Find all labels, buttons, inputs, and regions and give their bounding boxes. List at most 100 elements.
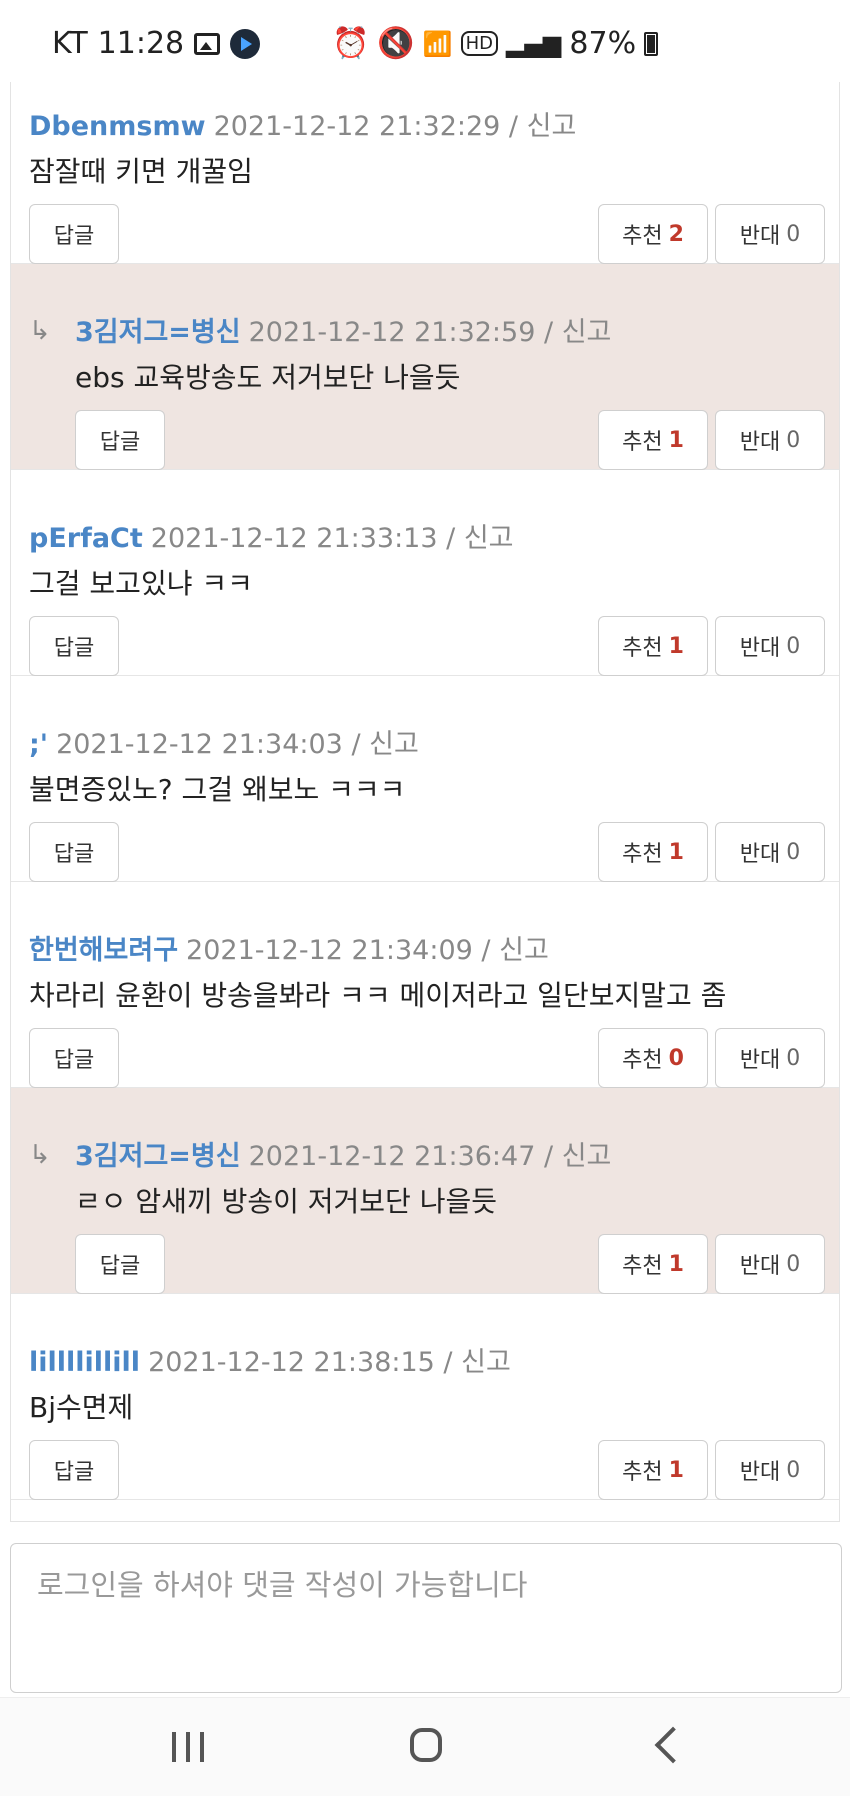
status-bar: KT 11:28 ⏰ 🔇 📶 HD ▂▄▆ 87% xyxy=(0,0,850,82)
status-bar-right: ⏰ 🔇 📶 HD ▂▄▆ 87% xyxy=(332,26,659,61)
comment-author[interactable]: ;' xyxy=(29,729,48,760)
comment-author[interactable]: 3김저그=병신 xyxy=(75,317,241,348)
comment-textarea[interactable]: 로그인을 하셔야 댓글 작성이 가능합니다 xyxy=(10,1543,842,1693)
recommend-button[interactable]: 추천 1 xyxy=(598,1440,708,1500)
recommend-count: 1 xyxy=(668,839,684,865)
comment: 한번해보려구 2021-12-12 21:34:09 / 신고 차라리 윤환이 방송… xyxy=(11,882,839,1088)
back-icon[interactable] xyxy=(654,1726,692,1764)
oppose-button[interactable]: 반대 0 xyxy=(715,616,825,676)
comment-author[interactable]: pErfaCt xyxy=(29,523,143,554)
comment: lillllillill 2021-12-12 21:38:15 / 신고 Bj수면… xyxy=(11,1294,839,1500)
oppose-button[interactable]: 반대 0 xyxy=(715,1440,825,1500)
alarm-icon: ⏰ xyxy=(332,26,370,61)
comment-text: 그걸 보고있냐 ㅋㅋ xyxy=(29,567,253,600)
comment-date: 2021-12-12 21:32:29 xyxy=(213,111,501,142)
oppose-count: 0 xyxy=(786,839,801,865)
report-link[interactable]: 신고 xyxy=(461,1347,511,1378)
reply-arrow-icon: ↳ xyxy=(29,1140,51,1170)
comment-author[interactable]: 한번해보려구 xyxy=(29,935,178,966)
recommend-count: 1 xyxy=(668,1251,684,1277)
reply-button-label: 답글 xyxy=(99,430,141,455)
oppose-button[interactable]: 반대 0 xyxy=(715,1234,825,1294)
recommend-button[interactable]: 추천 1 xyxy=(598,822,708,882)
reply-button[interactable]: 답글 xyxy=(29,822,119,882)
recommend-label: 추천 xyxy=(622,1048,663,1073)
carrier-label: KT xyxy=(52,26,88,61)
meta-separator: / xyxy=(543,317,554,348)
mute-icon: 🔇 xyxy=(377,26,415,61)
clock: 11:28 xyxy=(97,26,185,61)
comment-meta: Dbenmsmw 2021-12-12 21:32:29 / 신고 xyxy=(29,104,576,143)
oppose-label: 반대 xyxy=(739,224,781,249)
comment-date: 2021-12-12 21:34:09 xyxy=(186,935,473,966)
reply-button[interactable]: 답글 xyxy=(29,616,119,676)
oppose-button[interactable]: 반대 0 xyxy=(715,410,825,470)
oppose-button[interactable]: 반대 0 xyxy=(715,822,825,882)
oppose-button[interactable]: 반대 0 xyxy=(715,1028,825,1088)
hd-icon: HD xyxy=(460,31,499,56)
reply-button-label: 답글 xyxy=(53,842,95,867)
recommend-button[interactable]: 추천 1 xyxy=(598,1234,708,1294)
oppose-label: 반대 xyxy=(739,1254,781,1279)
report-link[interactable]: 신고 xyxy=(562,1141,612,1172)
recommend-label: 추천 xyxy=(622,1460,663,1485)
report-link[interactable]: 신고 xyxy=(499,935,549,966)
comment: Dbenmsmw 2021-12-12 21:32:29 / 신고잠잘때 키면 개… xyxy=(11,82,839,264)
oppose-count: 0 xyxy=(786,427,801,453)
recommend-count: 2 xyxy=(668,221,684,247)
comment-author[interactable]: Dbenmsmw xyxy=(29,111,206,142)
meta-separator: / xyxy=(351,729,361,760)
meta-separator: / xyxy=(543,1141,554,1172)
comment-meta: pErfaCt 2021-12-12 21:33:13 / 신고 xyxy=(29,516,514,555)
signal-icon: ▂▄▆ xyxy=(506,29,562,58)
wifi-6-icon: 📶 xyxy=(422,29,453,58)
comment: pErfaCt 2021-12-12 21:33:13 / 신고그걸 보고있냐 ㅋ… xyxy=(11,470,839,676)
comment-author[interactable]: lillllillill xyxy=(29,1347,140,1378)
reply-button-label: 답글 xyxy=(53,1460,95,1485)
recent-apps-icon[interactable] xyxy=(170,1732,210,1762)
recommend-count: 1 xyxy=(668,1457,684,1483)
comment-author[interactable]: 3김저그=병신 xyxy=(75,1141,241,1172)
reply-button-label: 답글 xyxy=(99,1254,141,1279)
comment-text: ㄹㅇ 암새끼 방송이 저거보단 나을듯 xyxy=(75,1185,498,1218)
meta-separator: / xyxy=(443,1347,453,1378)
reply-button[interactable]: 답글 xyxy=(75,410,165,470)
meta-separator: / xyxy=(481,935,491,966)
oppose-count: 0 xyxy=(786,633,801,659)
report-link[interactable]: 신고 xyxy=(369,729,419,760)
report-link[interactable]: 신고 xyxy=(464,523,514,554)
reply-comment: ↳ 3김저그=병신 2021-12-12 21:36:47 / 신고 ㄹㅇ 암새끼 방… xyxy=(11,1088,839,1294)
recommend-label: 추천 xyxy=(622,842,663,867)
oppose-label: 반대 xyxy=(739,842,781,867)
oppose-count: 0 xyxy=(786,221,801,247)
comment-text: Bj수면제 xyxy=(29,1391,134,1424)
reply-button[interactable]: 답글 xyxy=(29,1028,119,1088)
recommend-count: 0 xyxy=(668,1045,684,1071)
recommend-button[interactable]: 추천 0 xyxy=(598,1028,708,1088)
oppose-label: 반대 xyxy=(739,430,781,455)
battery-icon xyxy=(644,31,659,56)
reply-button[interactable]: 답글 xyxy=(75,1234,165,1294)
recommend-count: 1 xyxy=(668,633,684,659)
report-link[interactable]: 신고 xyxy=(562,317,612,348)
oppose-button[interactable]: 반대 0 xyxy=(715,204,825,264)
recommend-button[interactable]: 추천 1 xyxy=(598,616,708,676)
comment: ;' 2021-12-12 21:34:03 / 신고 불면증있노? 그걸 왜보노 … xyxy=(11,676,839,882)
recommend-button[interactable]: 추천 2 xyxy=(598,204,708,264)
reply-button[interactable]: 답글 xyxy=(29,204,119,264)
reply-comment: ↳ 3김저그=병신 2021-12-12 21:32:59 / 신고 ebs 교육방송… xyxy=(11,264,839,470)
comment-text: 잠잘때 키면 개꿀임 xyxy=(29,155,253,188)
report-link[interactable]: 신고 xyxy=(527,111,577,142)
status-bar-left: KT 11:28 xyxy=(52,26,261,61)
oppose-count: 0 xyxy=(786,1251,801,1277)
reply-button[interactable]: 답글 xyxy=(29,1440,119,1500)
home-icon[interactable] xyxy=(410,1728,442,1762)
comment-meta: 한번해보려구 2021-12-12 21:34:09 / 신고 xyxy=(29,928,549,967)
oppose-count: 0 xyxy=(786,1045,801,1071)
recommend-count: 1 xyxy=(668,427,684,453)
recommend-button[interactable]: 추천 1 xyxy=(598,410,708,470)
comment-meta: 3김저그=병신 2021-12-12 21:36:47 / 신고 xyxy=(75,1134,611,1173)
play-icon xyxy=(230,28,261,59)
reply-button-label: 답글 xyxy=(53,1048,95,1073)
comment-meta: lillllillill 2021-12-12 21:38:15 / 신고 xyxy=(29,1340,511,1379)
